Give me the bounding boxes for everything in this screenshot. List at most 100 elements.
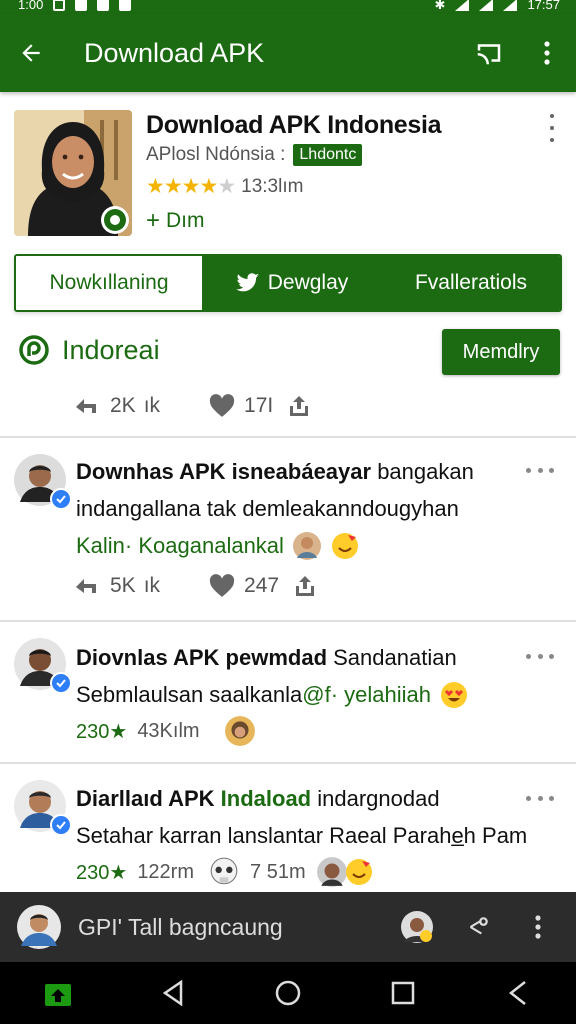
install-row[interactable]: + Dım	[146, 207, 546, 235]
section-stats: 2K ık 17I	[74, 394, 311, 418]
share-stat[interactable]	[293, 574, 317, 598]
repost-suffix: ık	[143, 394, 161, 417]
app-icon-illustration	[14, 110, 132, 236]
square-recents-icon	[391, 981, 415, 1005]
verified-icon	[50, 672, 72, 694]
notification-icon	[119, 0, 132, 11]
post-line-2: Sebmlaulsan saalkanla @f· yelahiiah	[76, 676, 536, 713]
signal-icon	[479, 0, 494, 11]
memdlry-button[interactable]: Memdlry	[442, 329, 560, 375]
post-score: 230★	[76, 720, 128, 743]
app-info: Download APK Indonesia APlosl Ndónsia : …	[146, 110, 546, 235]
post-duration: 7 51m	[250, 860, 306, 883]
post-mention[interactable]: @f· yelahiiah	[302, 676, 431, 713]
post-item[interactable]: Diarllaıd APK Indaload indargnodad Setah…	[0, 764, 576, 892]
tab-nowkillaning[interactable]: Nowkıllaning	[16, 256, 202, 310]
more-options-button[interactable]	[518, 14, 576, 92]
tab-dewglay[interactable]: Dewglay	[202, 256, 382, 310]
more-vert-icon	[544, 41, 550, 65]
like-count: 17I	[244, 394, 274, 417]
smile-emoji-icon	[331, 532, 358, 559]
post-body: Diovnlas APK pewmdad Sandanatian Sebmlau…	[76, 639, 536, 749]
install-label: Dım	[166, 209, 205, 232]
post-item[interactable]: Diovnlas APK pewmdad Sandanatian Sebmlau…	[0, 622, 576, 762]
like-stat[interactable]: 247	[208, 574, 279, 598]
app-bar: Download APK	[0, 14, 576, 92]
tab-label: Fvalleratiols	[414, 271, 528, 294]
post-text: Sebmlaulsan saalkanla	[76, 682, 303, 707]
post-title-rest: indargnodad	[311, 786, 440, 811]
bottom-composer-bar: GPI' Tall bagncaung	[0, 892, 576, 962]
status-time-left: 1:00	[18, 0, 44, 12]
tab-fvalleratiols[interactable]: Fvalleratiols	[382, 256, 560, 310]
post-title-green: Indaload	[220, 786, 312, 811]
heart-icon	[209, 394, 235, 417]
community-section: Indoreai Memdlry 2K ık 17I	[14, 328, 562, 428]
dot-icon	[550, 138, 554, 142]
post-title-rest: Sandanatian	[327, 645, 457, 670]
like-count: 247	[244, 574, 280, 597]
cast-button[interactable]	[460, 14, 518, 92]
avatar[interactable]	[14, 454, 72, 510]
app-more-button[interactable]	[542, 114, 562, 142]
developer-badge: Lhdontc	[293, 144, 363, 166]
heart-eyes-emoji-icon	[441, 681, 467, 708]
post-tag[interactable]: Kalin· Koaganalankal	[76, 527, 284, 564]
notification-icon	[75, 0, 88, 11]
repost-icon	[76, 579, 96, 593]
repost-icon	[76, 399, 96, 413]
nav-collapse-button[interactable]	[490, 965, 546, 1021]
bluetooth-icon: ✱	[434, 0, 446, 12]
back-button[interactable]	[0, 14, 62, 92]
nav-recents-button[interactable]	[375, 965, 431, 1021]
post-body: Diarllaıd APK Indaload indargnodad Setah…	[76, 780, 556, 890]
nav-back-button[interactable]	[145, 965, 201, 1021]
cast-icon	[477, 44, 501, 65]
post-title: Downhas APK isneabáeayar	[76, 459, 372, 484]
post-views: 43Kılm	[137, 719, 200, 742]
post-line-2: indangallana tak demleakanndougyhan	[76, 496, 459, 521]
post-title-rest: bangakan	[371, 459, 474, 484]
share-icon	[296, 576, 315, 596]
section-title: Indoreai	[18, 334, 160, 366]
post-meta: 230★ 122rm 7 51m	[76, 854, 556, 890]
rating-text: 13:3lım	[241, 175, 304, 197]
post-line-2: Setahar karran lanslantar Raeal Parahe̲h…	[76, 823, 528, 848]
share-icon	[290, 396, 309, 416]
repost-suffix: ık	[143, 574, 161, 597]
composer-title[interactable]: GPI' Tall bagncaung	[78, 914, 400, 941]
verified-icon	[50, 814, 72, 836]
face-emoji-icon	[224, 716, 255, 746]
app-header: Download APK Indonesia APlosl Ndónsia : …	[14, 110, 562, 236]
home-app-button[interactable]	[30, 965, 86, 1021]
like-stat[interactable]: 17I	[208, 394, 273, 418]
notification-icon	[97, 0, 110, 11]
user-avatar[interactable]	[16, 904, 62, 950]
avatar[interactable]	[14, 780, 72, 836]
signal-icon	[503, 0, 518, 11]
developer-row: APlosl Ndónsia : Lhdontc	[146, 144, 546, 166]
verified-icon	[50, 488, 72, 510]
developer-name[interactable]: APlosl Ndónsia :	[146, 144, 285, 166]
wifi-icon	[455, 0, 470, 11]
more-vert-icon[interactable]	[534, 914, 542, 940]
system-nav-bar	[0, 962, 576, 1024]
post-body: Downhas APK isneabáeayar bangakan indang…	[76, 453, 536, 564]
repost-stat[interactable]: 2K ık	[74, 394, 160, 418]
share-stat[interactable]	[287, 394, 311, 418]
contact-avatar[interactable]	[400, 910, 434, 944]
dot-icon	[550, 114, 554, 118]
share-network-icon[interactable]	[464, 914, 490, 940]
nav-home-button[interactable]	[260, 965, 316, 1021]
post-item[interactable]: Downhas APK isneabáeayar bangakan indang…	[0, 438, 576, 620]
rating-row: ★★★★★ 13:3lım	[146, 174, 546, 199]
repost-count: 5K	[110, 574, 136, 597]
avatar[interactable]	[14, 638, 72, 694]
repost-stat[interactable]: 5K ık	[74, 574, 160, 598]
app-icon[interactable]	[14, 110, 132, 236]
post-score: 230★	[76, 861, 128, 884]
notification-icon	[53, 0, 66, 11]
tab-label: Nowkıllaning	[49, 271, 169, 294]
post-line-1: Downhas APK isneabáeayar bangakan	[76, 453, 536, 490]
face-emoji-icon	[292, 531, 321, 560]
